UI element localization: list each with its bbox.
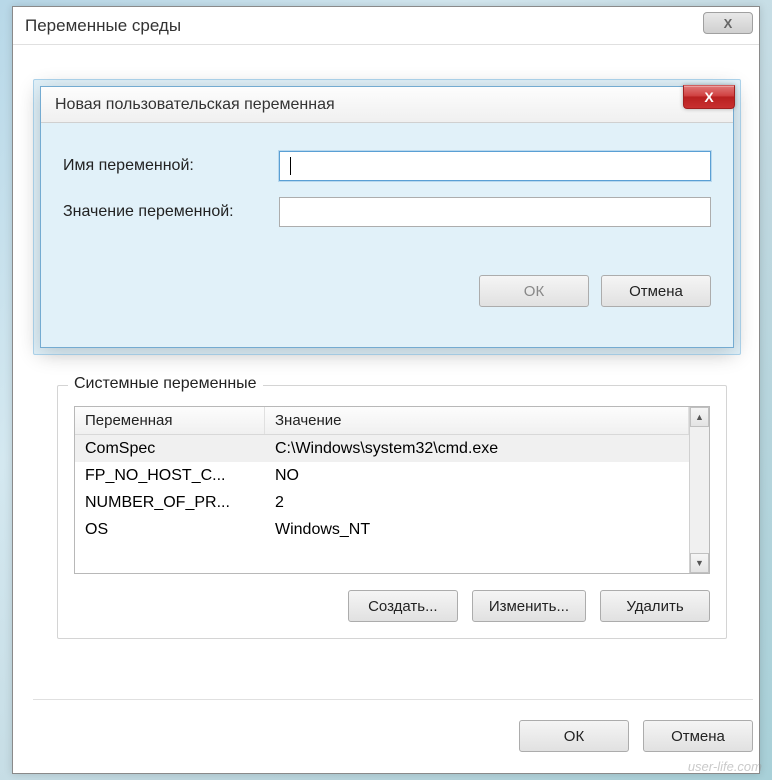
cell-var: ComSpec <box>75 438 265 460</box>
inner-close-button[interactable]: X <box>683 85 735 109</box>
variable-value-row: Значение переменной: <box>63 197 711 227</box>
cell-val: Windows_NT <box>265 519 689 541</box>
outer-titlebar: Переменные среды Х <box>13 7 759 45</box>
scroll-down-button[interactable]: ▼ <box>690 553 709 573</box>
inner-titlebar: Новая пользовательская переменная X <box>41 87 733 123</box>
inner-dialog-footer: ОК Отмена <box>41 261 733 307</box>
chevron-down-icon: ▼ <box>695 558 704 568</box>
main-ok-button[interactable]: ОК <box>519 720 629 752</box>
inner-title: Новая пользовательская переменная <box>55 96 335 114</box>
scroll-track[interactable] <box>690 427 709 553</box>
cell-var: NUMBER_OF_PR... <box>75 492 265 514</box>
outer-close-button[interactable]: Х <box>703 12 753 34</box>
system-variables-table: Переменная Значение ComSpec C:\Windows\s… <box>74 406 710 574</box>
table-main: Переменная Значение ComSpec C:\Windows\s… <box>75 407 689 573</box>
table-row[interactable]: FP_NO_HOST_C... NO <box>75 462 689 489</box>
system-group-label: Системные переменные <box>68 375 263 393</box>
main-footer: ОК Отмена <box>33 699 753 752</box>
system-group-footer: Создать... Изменить... Удалить <box>74 590 710 622</box>
edit-system-var-button[interactable]: Изменить... <box>472 590 586 622</box>
system-variables-group: Системные переменные Переменная Значение… <box>57 385 727 639</box>
variable-name-label: Имя переменной: <box>63 157 279 175</box>
delete-system-var-button[interactable]: Удалить <box>600 590 710 622</box>
create-system-var-button[interactable]: Создать... <box>348 590 458 622</box>
variable-value-label: Значение переменной: <box>63 203 279 221</box>
text-cursor <box>290 157 291 175</box>
variable-value-input[interactable] <box>279 197 711 227</box>
table-body: ComSpec C:\Windows\system32\cmd.exe FP_N… <box>75 435 689 543</box>
column-header-variable[interactable]: Переменная <box>75 407 265 434</box>
column-header-value[interactable]: Значение <box>265 407 689 434</box>
cell-var: FP_NO_HOST_C... <box>75 465 265 487</box>
scrollbar[interactable]: ▲ ▼ <box>689 407 709 573</box>
chevron-up-icon: ▲ <box>695 412 704 422</box>
close-icon: Х <box>724 16 733 31</box>
table-row[interactable]: NUMBER_OF_PR... 2 <box>75 489 689 516</box>
cell-val: NO <box>265 465 689 487</box>
cell-val: C:\Windows\system32\cmd.exe <box>265 438 689 460</box>
main-cancel-button[interactable]: Отмена <box>643 720 753 752</box>
table-row[interactable]: ComSpec C:\Windows\system32\cmd.exe <box>75 435 689 462</box>
watermark: user-life.com <box>688 759 762 774</box>
cell-var: OS <box>75 519 265 541</box>
table-header: Переменная Значение <box>75 407 689 435</box>
table-row[interactable]: OS Windows_NT <box>75 516 689 543</box>
new-user-variable-dialog: Новая пользовательская переменная X Имя … <box>40 86 734 348</box>
outer-title: Переменные среды <box>25 16 181 36</box>
inner-body: Имя переменной: Значение переменной: <box>41 123 733 261</box>
inner-cancel-button[interactable]: Отмена <box>601 275 711 307</box>
cell-val: 2 <box>265 492 689 514</box>
scroll-up-button[interactable]: ▲ <box>690 407 709 427</box>
variable-name-row: Имя переменной: <box>63 151 711 181</box>
inner-ok-button[interactable]: ОК <box>479 275 589 307</box>
variable-name-input[interactable] <box>279 151 711 181</box>
close-icon: X <box>704 89 713 105</box>
